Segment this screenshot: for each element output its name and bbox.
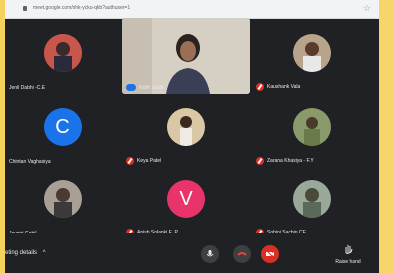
meeting-details-button[interactable]: eting details ^ <box>5 250 46 256</box>
microphone-icon <box>206 250 214 257</box>
mic-off-icon <box>126 157 134 165</box>
participant-name: Kaushank Vala <box>267 84 301 90</box>
microphone-button[interactable] <box>201 245 219 263</box>
avatar <box>43 34 82 72</box>
camera-button[interactable] <box>261 245 279 263</box>
speaking-indicator-icon <box>126 84 136 91</box>
camera-off-icon <box>265 249 275 259</box>
person-photo-icon <box>293 34 331 72</box>
chevron-up-icon: ^ <box>42 250 46 256</box>
participant-tile[interactable]: Jenil Dabhi -C.E <box>5 26 120 94</box>
leave-call-button[interactable] <box>233 245 251 263</box>
mic-off-icon <box>256 83 264 91</box>
participant-name: Keya Patel <box>137 158 162 164</box>
meet-window: meet.google.com/xhk-ycku-qkb?authuser=1 … <box>5 0 379 273</box>
participant-tile[interactable]: Sohini Sachin CE <box>252 172 372 240</box>
avatar <box>293 108 331 146</box>
participant-name: Nidhi Joshi <box>139 84 164 91</box>
participant-tile[interactable]: Keya Patel <box>122 100 250 168</box>
hang-up-icon <box>237 252 247 256</box>
video-feed <box>122 18 250 94</box>
person-photo-icon <box>43 34 82 72</box>
background-strip <box>379 0 394 273</box>
raise-hand-button[interactable]: Raise hand <box>333 241 363 265</box>
participant-name: Zarana Khasiya - F.Y <box>267 158 314 164</box>
mic-off-icon <box>256 157 264 165</box>
avatar: V <box>167 180 205 218</box>
participant-tile[interactable]: Jaygiri Gohil <box>5 172 120 240</box>
person-photo-icon <box>43 180 82 218</box>
avatar <box>43 180 82 218</box>
participant-name: Chintan Vaghasiya <box>9 159 51 165</box>
avatar-letter: C <box>55 115 70 138</box>
avatar <box>293 180 331 218</box>
raise-hand-icon <box>345 245 353 254</box>
lock-icon <box>23 6 27 11</box>
avatar-letter: V <box>179 187 193 210</box>
raise-hand-label: Raise hand <box>335 259 361 265</box>
meeting-details-label: eting details <box>5 250 38 256</box>
person-photo-icon <box>167 108 205 146</box>
url-text[interactable]: meet.google.com/xhk-ycku-qkb?authuser=1 <box>33 5 130 11</box>
avatar <box>167 108 205 146</box>
participant-tile[interactable]: Zarana Khasiya - F.Y <box>252 100 372 168</box>
meeting-control-bar: eting details ^ Raise hand <box>5 233 379 273</box>
browser-address-bar[interactable]: meet.google.com/xhk-ycku-qkb?authuser=1 … <box>5 0 379 19</box>
person-photo-icon <box>293 180 331 218</box>
participant-video-tile[interactable]: Nidhi Joshi <box>122 18 250 94</box>
person-photo-icon <box>293 108 331 146</box>
participant-tile[interactable]: C Chintan Vaghasiya <box>5 100 120 168</box>
participant-name: Jenil Dabhi -C.E <box>9 85 46 91</box>
participant-tile[interactable]: Kaushank Vala <box>252 26 372 94</box>
avatar <box>293 34 331 72</box>
participant-tile[interactable]: V Anish Solanki F_P <box>122 172 250 240</box>
avatar: C <box>43 108 82 146</box>
bookmark-star-icon[interactable]: ☆ <box>363 3 371 14</box>
